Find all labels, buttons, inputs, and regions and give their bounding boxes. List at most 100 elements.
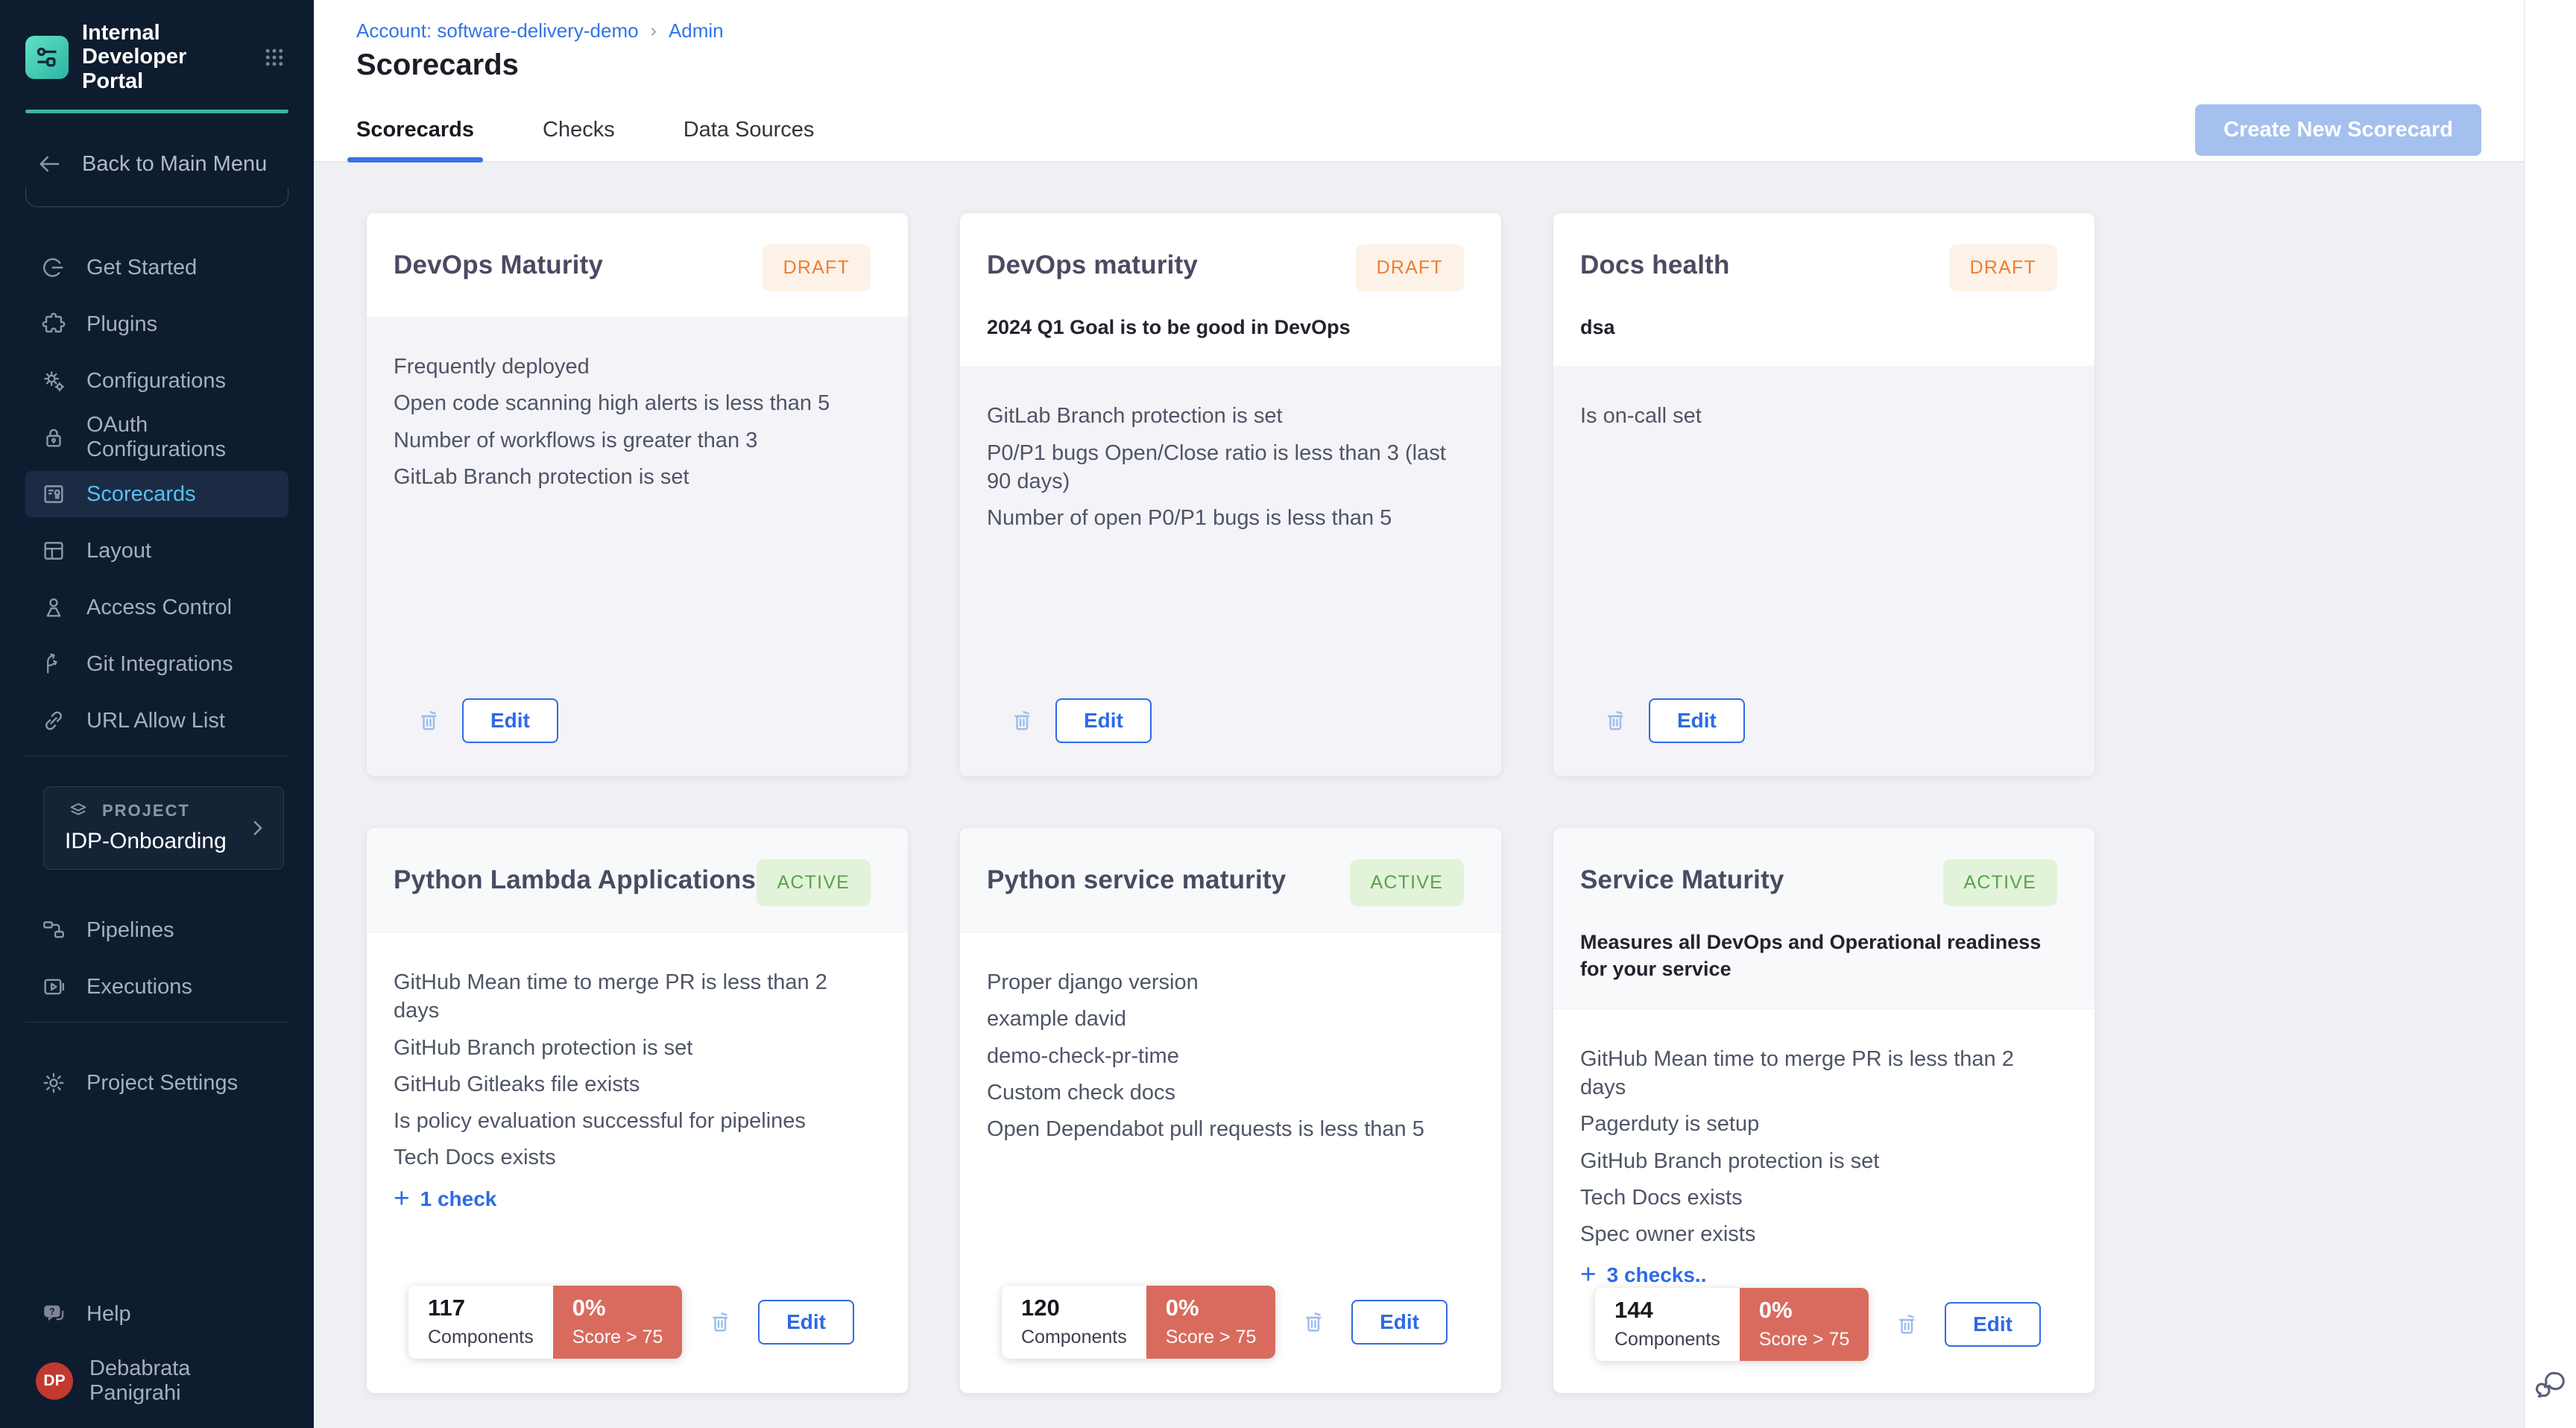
card-footer: Edit [394,698,878,776]
sidebar-item-oauth-configurations[interactable]: OAuth Configurations [25,414,288,461]
delete-scorecard-button[interactable] [1600,704,1632,737]
sidebar-item-git-integrations[interactable]: Git Integrations [25,641,288,687]
check-item: GitHub Branch protection is set [394,1034,878,1062]
back-label: Back to Main Menu [82,152,267,177]
edit-button[interactable]: Edit [1649,698,1745,743]
sidebar-item-label: URL Allow List [86,709,225,733]
sidebar-item-plugins[interactable]: Plugins [25,301,288,347]
edit-button[interactable]: Edit [462,698,558,743]
check-item: GitLab Branch protection is set [987,402,1471,430]
status-badge: DRAFT [763,244,871,291]
sidebar-item-scorecards[interactable]: Scorecards [25,471,288,517]
app-logo-icon [25,36,69,79]
sidebar-item-label: Plugins [86,312,157,337]
delete-scorecard-button[interactable] [413,704,446,737]
check-item: P0/P1 bugs Open/Close ratio is less than… [987,439,1471,496]
sidebar-item-label: Get Started [86,256,197,280]
status-badge: DRAFT [1356,244,1464,291]
delete-scorecard-button[interactable] [1298,1306,1330,1339]
card-footer: Edit [987,698,1471,776]
more-checks-link[interactable]: + 3 checks.. [1580,1263,2065,1288]
trash-icon [1894,1311,1921,1338]
scorecard-card: DevOps maturity DRAFT 2024 Q1 Goal is to… [960,213,1501,776]
create-new-scorecard-button[interactable]: Create New Scorecard [2195,104,2481,156]
components-count: 144 [1614,1297,1720,1324]
project-selector[interactable]: PROJECT IDP-Onboarding [43,786,284,870]
app-root: Internal Developer Portal Back to Main M… [0,0,2576,1428]
check-item: Is policy evaluation successful for pipe… [394,1107,878,1135]
scorecard-title: DevOps maturity [987,244,1198,280]
sidebar-item-access-control[interactable]: Access Control [25,584,288,631]
card-body: Proper django version example david demo… [960,932,1501,1393]
sidebar-item-layout[interactable]: Layout [25,528,288,574]
app-switcher-grid-icon[interactable] [260,43,288,72]
card-footer: 144 Components 0% Score > 75 [1580,1288,2065,1393]
sidebar-item-label: Access Control [86,595,232,620]
check-item: GitLab Branch protection is set [394,463,878,491]
user-menu[interactable]: DP Debabrata Panigrahi [25,1356,288,1406]
sidebar-item-label: Git Integrations [86,652,233,677]
tab-data-sources[interactable]: Data Sources [684,98,815,161]
breadcrumb-account-link[interactable]: Account: software-delivery-demo [356,19,639,42]
delete-scorecard-button[interactable] [704,1306,737,1339]
edit-button[interactable]: Edit [1945,1302,2041,1347]
check-item: Open Dependabot pull requests is less th… [987,1115,1471,1143]
card-body: Is on-call set Edit [1553,366,2094,776]
card-body: Frequently deployed Open code scanning h… [367,317,908,776]
delete-scorecard-button[interactable] [1891,1308,1924,1341]
tab-scorecards[interactable]: Scorecards [356,98,474,161]
back-to-main-menu[interactable]: Back to Main Menu [25,151,288,177]
more-checks-link[interactable]: + 1 check [394,1187,878,1212]
scorecard-title: Service Maturity [1580,859,1784,895]
components-label: Components [1614,1329,1720,1350]
card-header: DevOps Maturity DRAFT [367,213,908,317]
breadcrumb-admin-link[interactable]: Admin [669,19,724,42]
edit-button[interactable]: Edit [1351,1300,1448,1345]
edit-button[interactable]: Edit [758,1300,854,1345]
plus-icon: + [1580,1260,1597,1288]
sidebar-item-label: Pipelines [86,918,174,943]
status-badge: ACTIVE [1350,859,1465,906]
sidebar-item-url-allow-list[interactable]: URL Allow List [25,698,288,744]
sidebar-item-executions[interactable]: Executions [25,964,288,1010]
edit-button[interactable]: Edit [1055,698,1152,743]
trash-icon [1301,1309,1328,1336]
scorecards-grid: DevOps Maturity DRAFT Frequently deploye… [367,213,2524,1393]
page-title: Scorecards [356,48,2481,82]
card-header: Python service maturity ACTIVE [960,828,1501,932]
components-stat: 144 Components [1595,1288,1740,1361]
check-item: Custom check docs [987,1078,1471,1107]
delete-scorecard-button[interactable] [1006,704,1039,737]
check-item: Tech Docs exists [394,1143,878,1172]
components-stat: 117 Components [408,1286,553,1359]
branch-arrows-icon [40,651,67,677]
sidebar-divider [25,1022,288,1023]
sidebar-item-configurations[interactable]: Configurations [25,358,288,404]
scorecard-card: Docs health DRAFT dsa Is on-call set Edi… [1553,213,2094,776]
sidebar-item-get-started[interactable]: Get Started [25,244,288,291]
card-header: Docs health DRAFT dsa [1553,213,2094,366]
card-body: GitHub Mean time to merge PR is less tha… [367,932,908,1393]
sidebar-item-project-settings[interactable]: Project Settings [25,1060,288,1106]
score-stat: 0% Score > 75 [1740,1288,1869,1361]
check-item: GitHub Gitleaks file exists [394,1070,878,1099]
card-body: GitHub Mean time to merge PR is less tha… [1553,1009,2094,1393]
svg-text:?: ? [49,1306,55,1317]
gears-icon [40,368,67,394]
tab-checks[interactable]: Checks [543,98,615,161]
user-name: Debabrata Panigrahi [89,1356,278,1406]
project-name: IDP-Onboarding [65,829,267,854]
status-badge: DRAFT [1949,244,2057,291]
sidebar-item-help[interactable]: ? Help [25,1291,288,1337]
scorecard-icon [40,481,67,507]
check-item: Spec owner exists [1580,1220,2065,1248]
score-percent: 0% [1759,1297,1850,1324]
scorecard-title: Python Lambda Applications [394,859,756,895]
sidebar-item-pipelines[interactable]: Pipelines [25,907,288,953]
breadcrumb-separator: › [651,20,657,42]
card-header: Service Maturity ACTIVE Measures all Dev… [1553,828,2094,1009]
score-percent: 0% [1166,1295,1257,1321]
support-chat-icon[interactable] [2534,1367,2568,1401]
scorecard-title: Docs health [1580,244,1730,280]
main-area: Account: software-delivery-demo › Admin … [314,0,2524,1428]
